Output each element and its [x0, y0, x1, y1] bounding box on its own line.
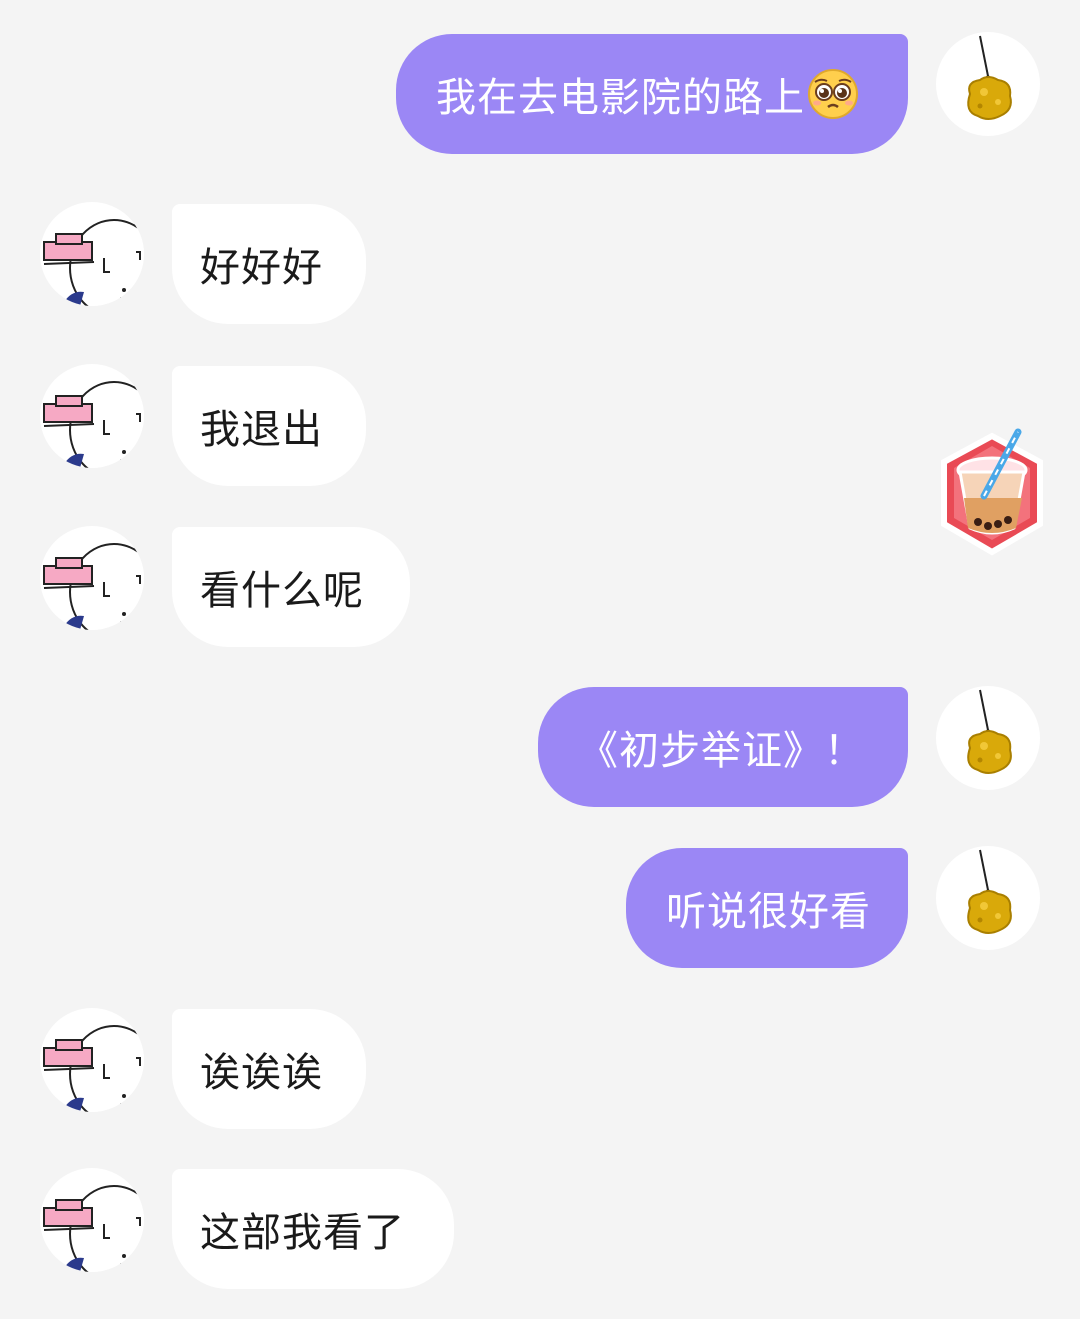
message-text: 这部我看了: [200, 1210, 405, 1256]
message-bubble-outgoing[interactable]: 《初步举证》！: [538, 687, 908, 807]
self-avatar[interactable]: [936, 32, 1040, 136]
golden-nugget-icon: [967, 689, 1012, 774]
cartoon-face-icon: [43, 381, 144, 468]
message-bubble-outgoing[interactable]: 听说很好看: [626, 848, 908, 968]
bubble-tea-sticker-icon[interactable]: [936, 428, 1048, 560]
message-bubble-incoming[interactable]: 好好好: [172, 204, 366, 324]
cartoon-face-icon: [43, 543, 144, 630]
message-text: 诶诶诶: [200, 1050, 323, 1096]
contact-avatar[interactable]: [40, 526, 144, 630]
cartoon-face-icon: [43, 1025, 144, 1112]
message-text: 我退出: [200, 407, 323, 453]
pleading-face-emoji-icon: [807, 68, 859, 120]
message-text: 好好好: [200, 245, 323, 291]
self-avatar[interactable]: [936, 686, 1040, 790]
contact-avatar[interactable]: [40, 1168, 144, 1272]
chat-message-list: 我在去电影院的路上 好好好 我退出 看什么呢 《初步举证》！ 听说很好看 诶诶诶…: [0, 0, 1080, 1319]
cartoon-face-icon: [43, 1185, 144, 1272]
contact-avatar[interactable]: [40, 1008, 144, 1112]
self-avatar[interactable]: [936, 846, 1040, 950]
message-bubble-outgoing[interactable]: 我在去电影院的路上: [396, 34, 908, 154]
golden-nugget-icon: [967, 849, 1012, 934]
message-bubble-incoming[interactable]: 我退出: [172, 366, 366, 486]
contact-avatar[interactable]: [40, 202, 144, 306]
contact-avatar[interactable]: [40, 364, 144, 468]
message-text: 我在去电影院的路上: [436, 75, 805, 121]
message-text: 听说很好看: [666, 889, 871, 935]
message-bubble-incoming[interactable]: 这部我看了: [172, 1169, 454, 1289]
message-text: 《初步举证》！: [578, 728, 865, 774]
message-bubble-incoming[interactable]: 看什么呢: [172, 527, 410, 647]
golden-nugget-icon: [967, 35, 1012, 120]
cartoon-face-icon: [43, 219, 144, 306]
message-bubble-incoming[interactable]: 诶诶诶: [172, 1009, 366, 1129]
message-text: 看什么呢: [200, 568, 364, 614]
